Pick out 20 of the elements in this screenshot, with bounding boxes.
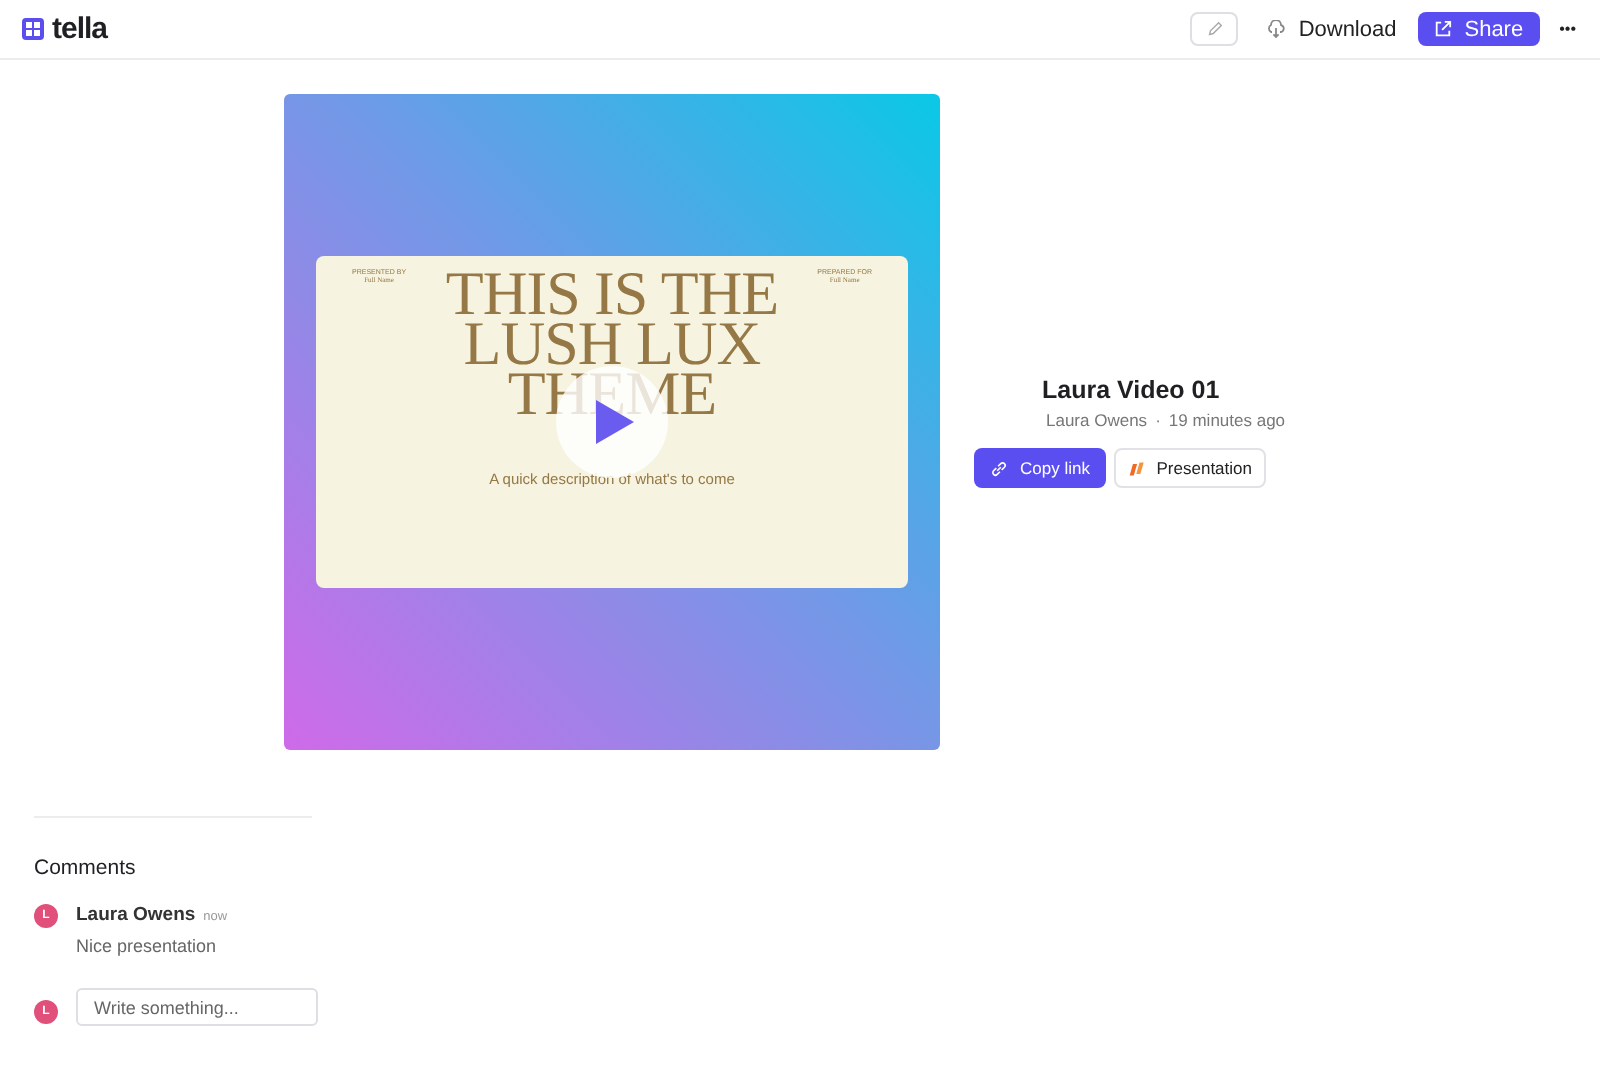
logo-text: tella [52, 12, 108, 46]
comment-author: Laura Owens [76, 904, 196, 926]
logo-icon [22, 18, 44, 40]
download-button[interactable]: Download [1266, 17, 1397, 41]
timestamp: 19 minutes ago [1168, 410, 1286, 430]
separator-dot: · [1155, 410, 1161, 430]
video-title: Laura Video 01 [1042, 376, 1222, 404]
more-button[interactable]: ••• [1559, 20, 1576, 38]
share-icon [1434, 20, 1453, 38]
copy-link-button[interactable]: Copy link [974, 448, 1106, 488]
comments-heading: Comments [34, 856, 138, 880]
comment-text: Nice presentation [76, 936, 219, 956]
cloud-download-icon [1266, 20, 1287, 38]
author-name: Laura Owens [1046, 410, 1148, 430]
presentation-button[interactable]: Presentation [1114, 448, 1266, 488]
share-button[interactable]: Share [1418, 12, 1540, 46]
slides-icon [1128, 459, 1145, 477]
comment-input[interactable]: Write something... [76, 988, 318, 1026]
pencil-icon [1205, 20, 1224, 38]
link-icon [990, 459, 1009, 477]
